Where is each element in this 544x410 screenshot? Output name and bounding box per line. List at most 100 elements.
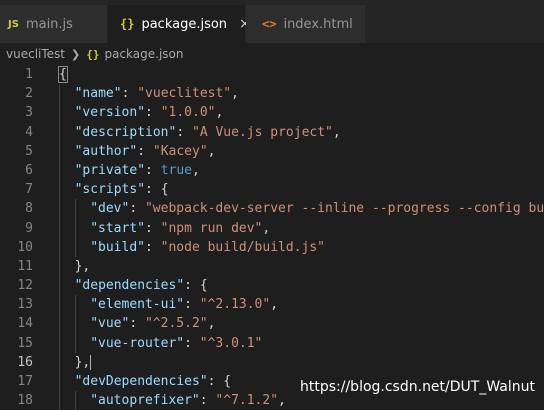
tab-package-json[interactable]: {} package.json ×	[108, 5, 251, 43]
line-number: 12	[17, 278, 33, 294]
code-text: "vue": "^2.5.2",	[90, 314, 215, 333]
indent-guide	[59, 199, 60, 219]
punctuation: :	[137, 143, 153, 159]
code-line[interactable]: 8 "dev": "webpack-dev-server --inline --p…	[0, 199, 544, 219]
code-line[interactable]: 15 "vue-router": "^3.0.1"	[0, 333, 544, 353]
punctuation: ,	[332, 124, 341, 140]
code-line[interactable]: 9 "start": "npm run dev",	[0, 218, 544, 238]
code-text: "element-ui": "^2.13.0",	[90, 295, 278, 314]
code-line[interactable]: 5 "author": "Kacey",	[0, 141, 544, 161]
code-text: "devDependencies": {	[75, 372, 232, 391]
json-string: "^7.1.2"	[215, 393, 279, 409]
json-string: "^2.5.2"	[144, 316, 208, 332]
indent-guide	[59, 352, 60, 372]
json-key: "vue"	[90, 316, 130, 332]
code-line[interactable]: 16},	[0, 352, 544, 372]
json-key: "name"	[74, 86, 122, 102]
punctuation: :	[144, 220, 161, 236]
code-text: "name": "vueclitest",	[75, 84, 239, 103]
tab-label: main.js	[25, 16, 73, 32]
json-key: "build"	[90, 239, 145, 255]
code-line[interactable]: 7 "scripts": {	[0, 180, 544, 200]
breadcrumb-file[interactable]: package.json	[104, 47, 183, 61]
tab-label: package.json	[141, 16, 228, 32]
editor-tab-bar: JS main.js {} package.json × <> index.ht…	[0, 5, 544, 43]
punctuation: :	[121, 86, 138, 102]
text-cursor	[90, 354, 92, 370]
tab-main-js[interactable]: JS main.js	[0, 5, 108, 43]
json-string: "webpack-dev-server --inline --progress …	[144, 201, 544, 217]
punctuation: },	[74, 258, 91, 274]
punctuation: ,	[192, 162, 200, 178]
chevron-right-icon: ❯	[71, 47, 81, 61]
json-key: "element-ui"	[90, 297, 185, 313]
punctuation: ,	[215, 105, 224, 121]
punctuation: :	[129, 201, 145, 217]
indent-guide	[74, 314, 76, 334]
breadcrumb: vuecliTest ❯ {} package.json	[0, 43, 544, 65]
punctuation: : {	[184, 278, 208, 294]
indent-guide	[59, 84, 60, 104]
json-string: "A Vue.js project"	[192, 124, 333, 140]
json-key: "dependencies"	[74, 278, 185, 294]
tab-index-html[interactable]: <> index.html	[246, 5, 366, 43]
indent-guide	[59, 372, 60, 392]
code-line[interactable]: 4 "description": "A Vue.js project",	[0, 122, 544, 142]
indent-guide	[74, 237, 76, 257]
punctuation: :	[176, 124, 192, 140]
code-text: "dev": "webpack-dev-server --inline --pr…	[90, 199, 544, 218]
json-key: "scripts"	[74, 182, 146, 198]
code-text: "start": "npm run dev",	[90, 219, 270, 238]
code-line[interactable]: 3 "version": "1.0.0",	[0, 103, 544, 123]
punctuation: : {	[207, 374, 232, 389]
indent-guide	[59, 256, 60, 277]
punctuation: :	[145, 162, 161, 178]
indent-guide	[59, 314, 60, 334]
json-boolean: true	[160, 162, 193, 178]
code-text: "autoprefixer": "^7.1.2",	[90, 391, 286, 410]
code-line[interactable]: 14 "vue": "^2.5.2",	[0, 314, 544, 334]
punctuation: :	[184, 335, 200, 351]
code-line[interactable]: 2 "name": "vueclitest",	[0, 84, 544, 104]
punctuation: : {	[145, 182, 169, 198]
line-number: 6	[25, 162, 33, 178]
code-text: },	[75, 257, 91, 276]
code-text: "private": true,	[75, 161, 200, 180]
line-number: 3	[25, 105, 33, 121]
indent-guide	[74, 199, 76, 219]
line-number: 10	[17, 239, 33, 255]
line-number: 11	[17, 258, 33, 274]
indent-guide	[59, 333, 60, 353]
indent-guide	[59, 218, 60, 238]
punctuation: :	[144, 239, 161, 255]
indent-guide	[59, 276, 60, 296]
code-text: "scripts": {	[75, 180, 169, 199]
code-line[interactable]: 10 "build": "node build/build.js"	[0, 237, 544, 257]
code-line[interactable]: 12 "dependencies": {	[0, 276, 544, 296]
punctuation: ,	[262, 220, 271, 236]
indent-guide	[59, 160, 60, 181]
json-string: "vueclitest"	[137, 86, 232, 102]
code-text: "build": "node build/build.js"	[90, 238, 325, 257]
watermark-text: https://blog.csdn.net/DUT_Walnut	[300, 379, 535, 395]
punctuation: ,	[207, 143, 216, 159]
json-file-icon: {}	[120, 17, 135, 31]
tab-label: index.html	[283, 16, 353, 32]
code-line[interactable]: 1{	[0, 65, 544, 84]
indent-guide	[74, 295, 76, 315]
code-editor[interactable]: 1{2 "name": "vueclitest", 3 "version": "1.0…	[0, 65, 544, 410]
code-line[interactable]: 11},	[0, 256, 544, 277]
json-string: "^2.13.0"	[199, 297, 271, 313]
json-key: "autoprefixer"	[90, 393, 200, 409]
breadcrumb-folder[interactable]: vuecliTest	[6, 47, 65, 61]
punctuation: ,	[231, 86, 239, 102]
line-number: 1	[25, 67, 33, 82]
code-line[interactable]: 6 "private": true,	[0, 160, 544, 181]
json-string: "npm run dev"	[160, 220, 263, 236]
code-text: "dependencies": {	[75, 276, 208, 295]
punctuation: :	[129, 316, 145, 332]
line-number: 9	[25, 220, 33, 236]
indent-guide	[74, 333, 76, 353]
code-line[interactable]: 13 "element-ui": "^2.13.0",	[0, 295, 544, 315]
punctuation: ,	[207, 316, 216, 332]
